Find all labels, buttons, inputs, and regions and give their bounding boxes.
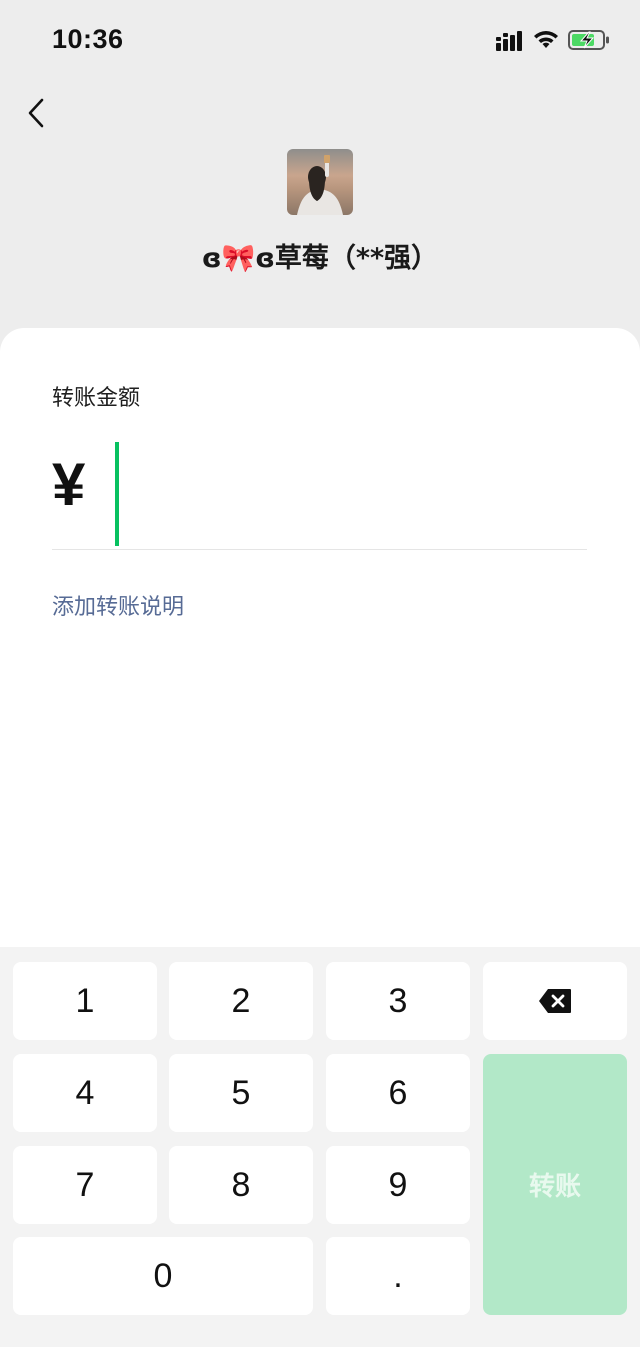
transfer-screen: 10:36 ɞ🎀ɞ草莓（**强） 转账金额 ¥ 添加转账说明 1 2 3 4 5… — [0, 0, 640, 1347]
amount-divider — [52, 549, 587, 550]
backspace-icon — [539, 989, 571, 1013]
transfer-button[interactable]: 转账 — [483, 1054, 627, 1315]
recipient-avatar[interactable] — [287, 149, 353, 215]
chevron-left-icon — [28, 98, 44, 128]
key-3[interactable]: 3 — [326, 962, 470, 1040]
delete-button[interactable] — [483, 962, 627, 1040]
key-9[interactable]: 9 — [326, 1146, 470, 1224]
signal-icon — [496, 31, 522, 51]
recipient-name: ɞ🎀ɞ草莓（**强） — [0, 236, 640, 275]
avatar-image — [287, 149, 353, 215]
battery-charging-icon — [568, 30, 609, 50]
status-bar: 10:36 — [0, 0, 640, 80]
key-decimal-point[interactable]: . — [326, 1237, 470, 1315]
key-1[interactable]: 1 — [13, 962, 157, 1040]
recipient-name-text: ɞ草莓（**强） — [255, 243, 439, 274]
text-cursor — [115, 442, 119, 546]
key-4[interactable]: 4 — [13, 1054, 157, 1132]
key-5[interactable]: 5 — [169, 1054, 313, 1132]
status-time: 10:36 — [52, 24, 124, 54]
key-6[interactable]: 6 — [326, 1054, 470, 1132]
key-7[interactable]: 7 — [13, 1146, 157, 1224]
amount-input[interactable] — [112, 438, 586, 548]
currency-symbol: ¥ — [52, 451, 86, 518]
amount-label: 转账金额 — [52, 386, 141, 411]
add-transfer-note-link[interactable]: 添加转账说明 — [52, 589, 184, 621]
back-button[interactable] — [18, 92, 58, 136]
recipient-name-prefix: ɞ — [201, 243, 222, 274]
key-8[interactable]: 8 — [169, 1146, 313, 1224]
bow-emoji-icon: 🎀 — [221, 243, 256, 274]
numeric-keypad: 1 2 3 4 5 6 7 8 9 0 . 转账 — [0, 947, 640, 1347]
key-2[interactable]: 2 — [169, 962, 313, 1040]
key-0[interactable]: 0 — [13, 1237, 313, 1315]
wifi-icon — [534, 31, 558, 48]
transfer-card: 转账金额 ¥ 添加转账说明 — [0, 328, 640, 968]
